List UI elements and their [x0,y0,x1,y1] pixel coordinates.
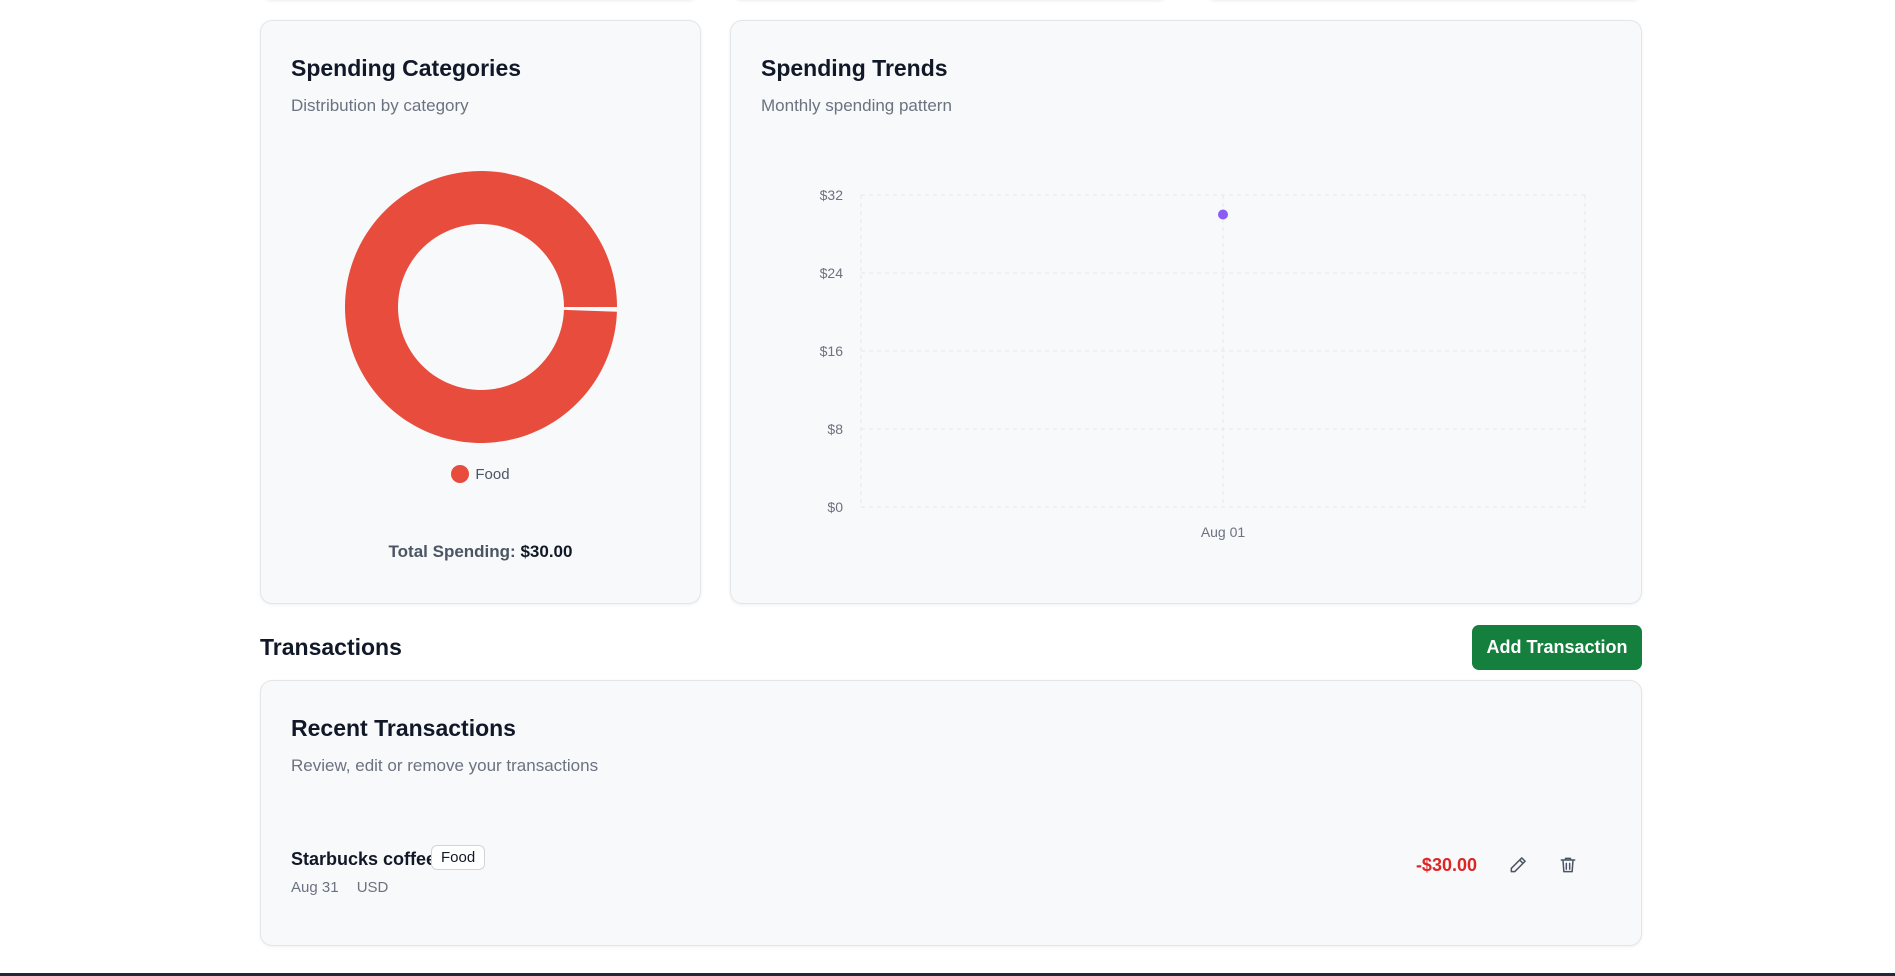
delete-button[interactable] [1552,849,1584,881]
transaction-row[interactable]: Starbucks coffee Food Aug 31 USD -$30.00 [291,843,1611,903]
total-value: $30.00 [520,542,573,561]
transaction-currency: USD [356,879,389,896]
total-spending: Total Spending: $30.00 [261,542,700,562]
x-tick-label: Aug 01 [1201,524,1246,540]
section-title: Transactions [260,634,402,660]
card-subtitle: Distribution by category [291,96,469,115]
legend-label: Food [475,465,510,483]
trash-icon [1560,857,1576,873]
pencil-icon [1510,857,1526,873]
spending-trends-card: Spending Trends Monthly spending pattern… [730,20,1642,604]
chart-legend: Food [261,465,700,483]
donut-chart [345,171,617,444]
total-label: Total Spending: [388,542,516,561]
transaction-date: Aug 31 [291,879,339,896]
spending-categories-card: Spending Categories Distribution by cate… [260,20,701,604]
recent-transactions-card: Recent Transactions Review, edit or remo… [260,680,1642,946]
y-tick-label: $24 [820,265,844,281]
dashboard-page: Spending Categories Distribution by cate… [0,0,1895,976]
pie-slice-food[interactable] [345,171,617,444]
transaction-amount: -$30.00 [1415,855,1477,875]
card-title: Recent Transactions [291,715,516,741]
legend-swatch [451,465,470,483]
transaction-meta: Aug 31 USD [291,879,388,896]
data-point[interactable] [1218,209,1228,220]
card-title: Spending Categories [291,55,522,81]
y-tick-label: $32 [820,187,844,203]
y-tick-label: $8 [827,421,843,437]
y-tick-label: $0 [827,499,843,515]
card-subtitle: Review, edit or remove your transactions [291,756,599,775]
transaction-name: Starbucks coffee [291,849,437,869]
edit-button[interactable] [1502,849,1534,881]
y-tick-label: $16 [820,343,844,359]
category-badge: Food [431,845,486,870]
trend-chart: $0 $8 $16 $24 $32 Aug 01 [820,187,1586,540]
add-transaction-button[interactable]: Add Transaction [1472,625,1642,670]
